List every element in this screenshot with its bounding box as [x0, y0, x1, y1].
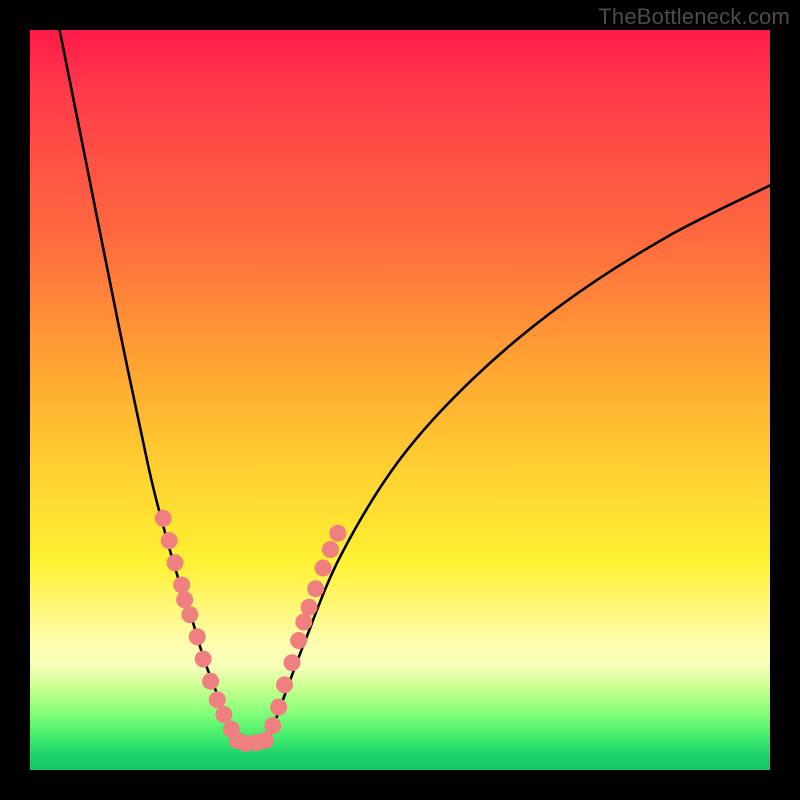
data-dot [295, 614, 312, 631]
data-dot [215, 706, 232, 723]
plot-area [30, 30, 770, 770]
data-dot [276, 676, 293, 693]
data-dot [315, 559, 332, 576]
curve-layer [30, 30, 770, 770]
data-dot [283, 654, 300, 671]
attribution-label: TheBottleneck.com [598, 4, 790, 30]
data-dot [195, 651, 212, 668]
data-dot [329, 525, 346, 542]
data-dot [307, 580, 324, 597]
data-dot [257, 732, 274, 749]
data-dot [167, 554, 184, 571]
data-dot [202, 673, 219, 690]
chart-frame: TheBottleneck.com [0, 0, 800, 800]
data-dot [290, 632, 307, 649]
data-dot [209, 691, 226, 708]
data-dot [322, 541, 339, 558]
data-dot [176, 591, 193, 608]
data-dot [155, 510, 172, 527]
data-dot [189, 628, 206, 645]
data-dot [181, 606, 198, 623]
curve-group [60, 30, 770, 745]
data-dot [270, 699, 287, 716]
data-dot [300, 599, 317, 616]
data-dot [173, 577, 190, 594]
data-dot [264, 717, 281, 734]
data-dot [161, 532, 178, 549]
dots-group [155, 510, 347, 752]
bottleneck-curve [60, 30, 770, 745]
